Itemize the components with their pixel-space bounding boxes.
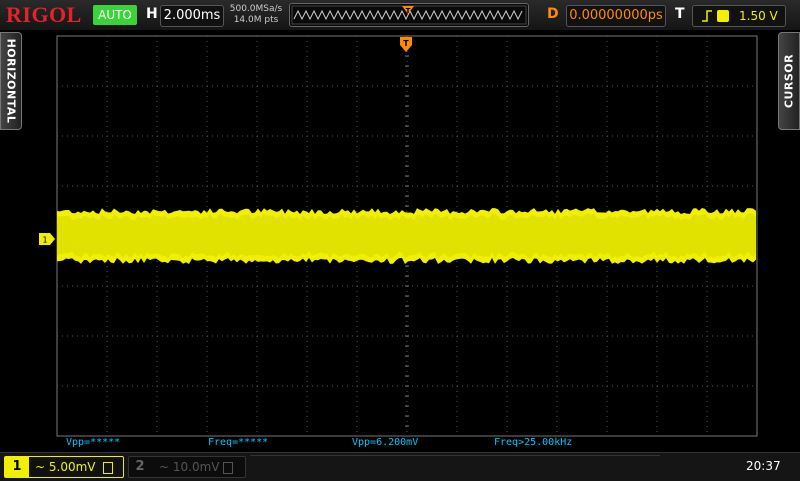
sample-rate: 500.0MSa/s	[229, 4, 283, 14]
channel1-coupling: ~	[35, 460, 46, 474]
channel2-scale-value: 10.0mV	[172, 460, 220, 474]
bandwidth-limit-icon	[223, 462, 233, 474]
cursor-tab-label: CURSOR	[782, 53, 796, 109]
channel1-button[interactable]: 1 ~ 5.00mV	[4, 456, 124, 478]
channel1-waveform-core	[57, 213, 756, 259]
trigger-level: 1.50 V	[739, 9, 778, 23]
delay-value[interactable]: 0.00000000ps	[566, 5, 666, 27]
rising-edge-icon	[701, 6, 713, 32]
channel1-marker-label: 1	[42, 236, 47, 245]
measurement-vpp-2: Vpp=6.200mV	[352, 437, 419, 448]
channel1-scale-value: 5.00mV	[48, 460, 96, 474]
timebase-value[interactable]: 2.000ms	[160, 5, 224, 27]
empty-channel-tray	[250, 455, 660, 480]
sample-info: 500.0MSa/s 14.0M pts	[229, 4, 283, 26]
trigger-source-icon	[717, 10, 729, 22]
run-status-badge[interactable]: AUTO	[93, 5, 137, 25]
trigger-position-marker-icon: T	[400, 37, 412, 52]
clock: 20:37	[746, 459, 781, 473]
channel2-number: 2	[135, 459, 145, 474]
bandwidth-limit-icon	[103, 462, 113, 474]
horizontal-tab[interactable]: HORIZONTAL	[0, 32, 22, 130]
channel1-offset-marker[interactable]: 1	[39, 230, 55, 249]
measurement-vpp-1: Vpp=*****	[66, 437, 121, 448]
memory-depth: 14.0M pts	[233, 15, 279, 25]
channel2-button[interactable]: 2 ~ 10.0mV	[128, 456, 246, 478]
channel2-scale: ~ 10.0mV	[159, 457, 220, 477]
measurement-freq-2: Freq>25.00kHz	[494, 437, 573, 448]
horizontal-label: H	[146, 6, 158, 22]
cursor-tab[interactable]: CURSOR	[778, 32, 800, 130]
memory-waveform-icon: T	[291, 5, 527, 25]
channel2-coupling: ~	[159, 460, 170, 474]
svg-text:T: T	[403, 39, 409, 48]
svg-text:T: T	[406, 7, 411, 15]
measurement-freq-1: Freq=*****	[208, 437, 269, 448]
horizontal-tab-label: HORIZONTAL	[4, 38, 18, 124]
channel1-number: 1	[5, 457, 29, 477]
rigol-logo: RIGOL	[6, 2, 82, 27]
delay-label: D	[547, 6, 559, 22]
memory-overview[interactable]: T	[289, 3, 529, 27]
channel1-scale: ~ 5.00mV	[35, 457, 96, 477]
trigger-box[interactable]: 1.50 V	[692, 5, 786, 27]
trigger-label: T	[675, 6, 685, 22]
waveform-display[interactable]	[56, 35, 758, 437]
